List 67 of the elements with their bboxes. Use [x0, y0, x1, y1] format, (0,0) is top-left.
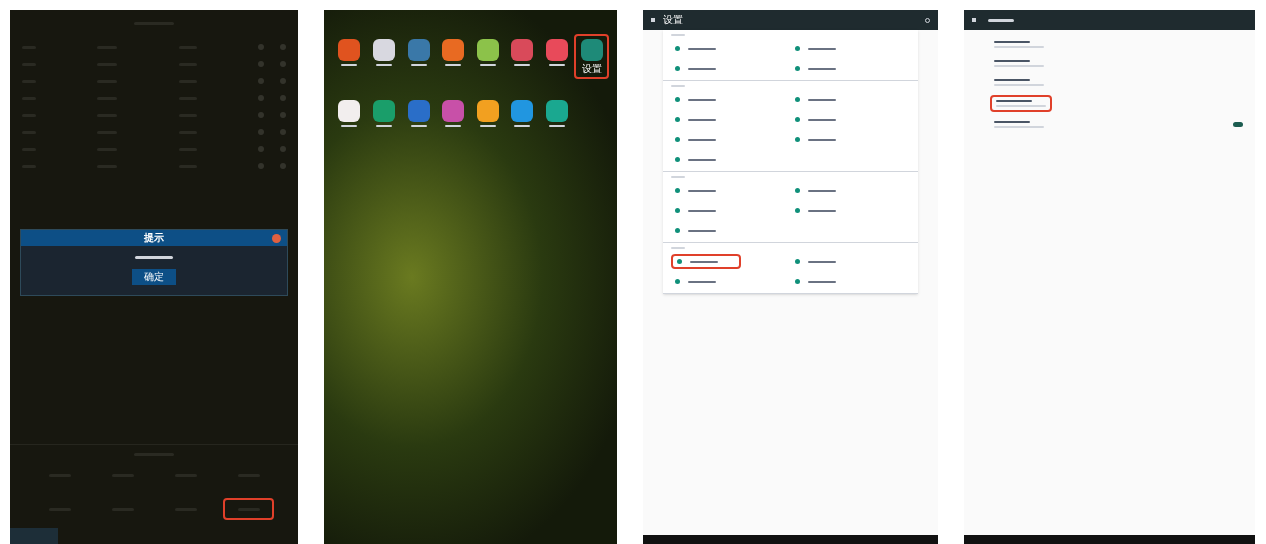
settings-row[interactable] — [990, 95, 1052, 112]
blurred-text-bar — [807, 280, 836, 283]
app-icon — [511, 100, 534, 122]
app-icon — [442, 100, 465, 122]
setting-icon — [677, 259, 682, 264]
setting-icon — [794, 188, 800, 193]
setting-icon — [675, 117, 680, 122]
blurred-text-bar — [807, 118, 836, 121]
app-label: 设置 — [581, 64, 602, 74]
blurred-text-bar — [807, 138, 836, 141]
settings-item[interactable] — [671, 254, 741, 269]
blurred-text-bar — [807, 209, 836, 212]
blurred-text-bar — [988, 18, 1014, 22]
blurred-text-bar — [688, 158, 716, 161]
app-icon — [372, 39, 395, 61]
app-icon — [338, 100, 361, 122]
blurred-text-bar — [807, 47, 836, 50]
app-icon — [407, 39, 430, 61]
app-icon — [442, 39, 465, 61]
blurred-text-bar — [135, 256, 173, 259]
blurred-text-bar — [807, 189, 836, 192]
option-cell[interactable] — [223, 498, 274, 520]
app-icon — [338, 39, 361, 61]
app-icon — [511, 39, 534, 61]
setting-icon — [794, 208, 800, 213]
blurred-text-bar — [688, 229, 716, 232]
setting-icon — [794, 137, 800, 142]
setting-icon — [794, 259, 800, 264]
setting-icon — [675, 157, 680, 162]
blurred-text-bar — [807, 260, 836, 263]
blurred-text-bar — [807, 67, 836, 70]
setting-icon — [675, 97, 680, 102]
blurred-text-bar — [688, 138, 716, 141]
close-icon[interactable] — [272, 233, 281, 243]
blurred-text-bar — [807, 98, 836, 101]
blurred-text-bar — [688, 189, 716, 192]
setting-icon — [675, 137, 680, 142]
setting-icon — [794, 279, 800, 284]
app-bar-title: 设置 — [663, 15, 683, 25]
app-launcher[interactable]: 设置 — [574, 34, 609, 79]
blurred-text-bar — [688, 47, 716, 50]
blurred-text-bar — [688, 280, 716, 283]
app-icon — [407, 100, 430, 122]
app-icon — [476, 100, 499, 122]
blurred-text-bar — [690, 260, 718, 263]
blurred-text-bar — [688, 98, 716, 101]
setting-icon — [794, 46, 800, 51]
blurred-text-bar — [688, 209, 716, 212]
app-icon — [580, 39, 603, 61]
setting-icon — [794, 66, 800, 71]
app-icon — [546, 39, 569, 61]
setting-icon — [675, 208, 680, 213]
app-icon — [372, 100, 395, 122]
blurred-text-bar — [688, 67, 716, 70]
app-icon — [476, 39, 499, 61]
confirm-button[interactable]: 确定 — [132, 269, 176, 285]
setting-icon — [675, 66, 680, 71]
setting-icon — [675, 188, 680, 193]
blurred-text-bar — [688, 118, 716, 121]
setting-icon — [675, 46, 680, 51]
setting-icon — [794, 97, 800, 102]
toggle-switch[interactable] — [1233, 122, 1243, 127]
setting-icon — [675, 279, 680, 284]
dialog-title: 提示 — [144, 233, 164, 243]
setting-icon — [794, 117, 800, 122]
app-icon — [546, 100, 569, 122]
setting-icon — [675, 228, 680, 233]
